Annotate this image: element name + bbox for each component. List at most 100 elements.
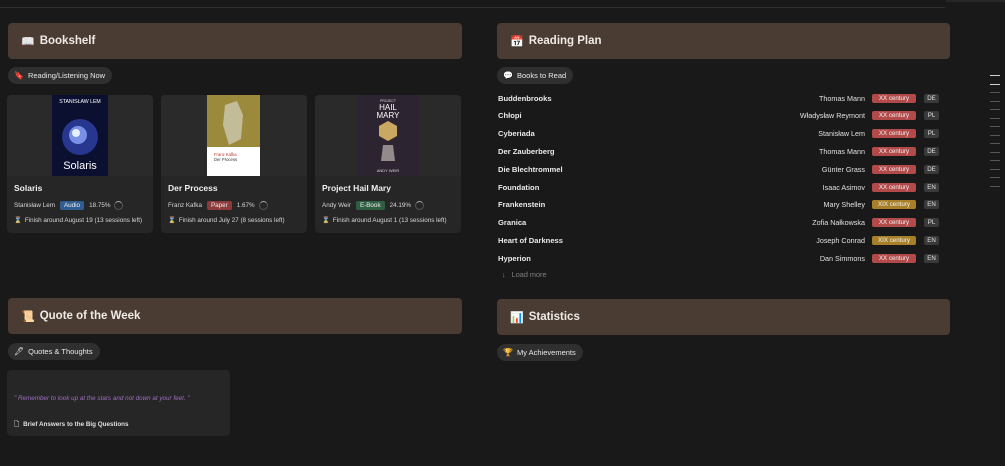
books-to-read-label: Books to Read	[516, 71, 567, 80]
plan-book-author: Dan Simmons	[819, 253, 865, 263]
quote-card[interactable]: " Remember to look up at the stars and n…	[7, 370, 230, 436]
outline-tick[interactable]	[990, 143, 1000, 144]
plan-book-title: Buddenbrooks	[498, 93, 552, 103]
trophy-icon: 🏆	[503, 348, 513, 357]
document-icon: 🗋	[14, 421, 20, 428]
plan-book-title: Hyperion	[498, 253, 531, 263]
solaris-cover-image: STANISŁAW LEM Solaris	[52, 95, 108, 176]
outline-tick[interactable]	[990, 75, 1000, 76]
book-card-der-process[interactable]: Franz Kafka Der Process Der Process Fran…	[161, 95, 307, 233]
hourglass-icon: ⌛	[14, 217, 22, 224]
plan-book-author: Isaac Asimov	[822, 182, 865, 192]
outline-tick[interactable]	[990, 177, 1000, 178]
language-badge: EN	[924, 182, 939, 192]
language-badge: DE	[924, 93, 939, 103]
quote-source-title: Brief Answers to the Big Questions	[23, 421, 129, 428]
top-divider	[0, 7, 945, 8]
plan-row[interactable]: Cyberiada Stanisław Lem XX century PL	[498, 125, 942, 143]
hourglass-icon: ⌛	[322, 217, 330, 224]
plan-row[interactable]: Der Zauberberg Thomas Mann XX century DE	[498, 142, 942, 160]
format-badge: Paper	[206, 201, 232, 210]
book-title: Der Process	[168, 183, 218, 193]
outline-tick[interactable]	[990, 92, 1000, 93]
statistics-title: Statistics	[528, 311, 580, 323]
der-process-cover-image: Franz Kafka Der Process	[207, 95, 260, 176]
cover-author-text: ANDY WEIR	[377, 168, 400, 173]
book-author: Franz Kafka	[168, 202, 202, 209]
plan-book-title: Heart of Darkness	[498, 235, 563, 245]
quotes-thoughts-view-tab[interactable]: 🖋 Quotes & Thoughts	[8, 343, 100, 360]
progress-ring-icon	[258, 201, 268, 210]
outline-tick[interactable]	[990, 100, 1000, 102]
pen-icon: 🖋	[14, 347, 25, 356]
plan-row[interactable]: Hyperion Dan Simmons XX century EN	[498, 249, 942, 267]
outline-tick[interactable]	[990, 126, 1000, 127]
outline-tick[interactable]	[990, 185, 1000, 187]
cover-area: STANISŁAW LEM Solaris	[7, 95, 153, 176]
book-card-project-hail-mary[interactable]: PROJECT HAIL MARY ANDY WEIR Project Hail…	[315, 95, 461, 233]
my-achievements-view-tab[interactable]: 🏆 My Achievements	[497, 344, 583, 361]
quote-header: 📜 Quote of the Week	[8, 298, 462, 334]
reading-now-view-tab[interactable]: 🔖 Reading/Listening Now	[8, 67, 113, 84]
plan-row[interactable]: Frankenstein Mary Shelley XIX century EN	[498, 196, 942, 214]
plan-row[interactable]: Heart of Darkness Joseph Conrad XIX centur…	[498, 231, 942, 249]
hail-mary-cover-image: PROJECT HAIL MARY ANDY WEIR	[357, 95, 419, 176]
century-badge: XX century	[872, 218, 916, 228]
bookshelf-header: 📖 Bookshelf	[8, 23, 462, 59]
arrow-down-icon: ↓	[502, 270, 506, 279]
books-to-read-view-tab[interactable]: 💬 Books to Read	[497, 67, 574, 84]
plan-book-author: Joseph Conrad	[816, 235, 865, 245]
language-badge: PL	[924, 218, 939, 228]
cover-area: Franz Kafka Der Process	[161, 95, 307, 176]
plan-book-author: Zofia Nałkowska	[812, 218, 865, 228]
plan-book-title: Die Blechtrommel	[498, 164, 563, 174]
statistics-header: 📊 Statistics	[497, 299, 950, 335]
plan-book-title: Der Zauberberg	[498, 146, 555, 156]
plan-book-title: Granica	[498, 218, 527, 228]
plan-row[interactable]: Chłopi Władysław Reymont XX century PL	[498, 107, 942, 125]
calendar-icon: 📅	[510, 35, 524, 48]
progress-ring-icon	[114, 201, 124, 210]
outline-tick[interactable]	[990, 160, 1000, 161]
reading-now-label: Reading/Listening Now	[27, 71, 106, 80]
language-badge: DE	[924, 146, 939, 156]
plan-row[interactable]: Die Blechtrommel Günter Grass XX century DE	[498, 160, 942, 178]
cover-title-text: Der Process	[214, 157, 237, 162]
century-badge: XX century	[872, 146, 916, 156]
load-more-button[interactable]: ↓ Load more	[502, 270, 547, 279]
quotes-thoughts-label: Quotes & Thoughts	[28, 347, 93, 356]
outline-tick[interactable]	[990, 109, 1000, 110]
speech-bubble-icon: 💬	[503, 71, 513, 80]
book-card-solaris[interactable]: STANISŁAW LEM Solaris Solaris Stanisław …	[7, 95, 153, 233]
plan-row[interactable]: Foundation Isaac Asimov XX century EN	[498, 178, 942, 196]
plan-book-title: Frankenstein	[498, 200, 546, 210]
progress-ring-icon	[414, 201, 424, 210]
century-badge: XX century	[872, 182, 916, 192]
book-meta: Andy Weir E-Book 24.19%	[322, 201, 424, 210]
bookshelf-title: Bookshelf	[39, 35, 96, 47]
open-book-icon: 📖	[21, 35, 35, 48]
finish-estimate: ⌛ Finish around July 27 (8 sessions left)	[168, 216, 285, 224]
outline-tick[interactable]	[990, 168, 1000, 170]
my-achievements-label: My Achievements	[516, 348, 576, 357]
progress-value: 1.67%	[236, 202, 255, 209]
language-badge: PL	[924, 129, 939, 139]
outline-tick[interactable]	[990, 134, 1000, 136]
outline-tick[interactable]	[990, 151, 1000, 153]
outline-tick[interactable]	[990, 83, 1000, 85]
language-badge: EN	[924, 253, 939, 263]
plan-book-author: Stanisław Lem	[818, 129, 865, 139]
finish-text: Finish around August 1 (13 sessions left…	[332, 217, 447, 224]
load-more-label: Load more	[511, 270, 547, 279]
bookmark-icon: 🔖	[14, 71, 24, 80]
outline-tick[interactable]	[990, 117, 1000, 119]
century-badge: XIX century	[872, 200, 916, 210]
book-title: Solaris	[14, 183, 43, 193]
plan-row[interactable]: Granica Zofia Nałkowska XX century PL	[498, 214, 942, 232]
format-badge: E-Book	[355, 201, 385, 210]
top-bar-control[interactable]	[946, 0, 1005, 2]
page-outline-scrollbar[interactable]	[990, 75, 1000, 194]
finish-estimate: ⌛ Finish around August 19 (13 sessions le…	[14, 216, 142, 224]
plan-book-author: Thomas Mann	[819, 93, 865, 103]
plan-row[interactable]: Buddenbrooks Thomas Mann XX century DE	[498, 89, 942, 107]
